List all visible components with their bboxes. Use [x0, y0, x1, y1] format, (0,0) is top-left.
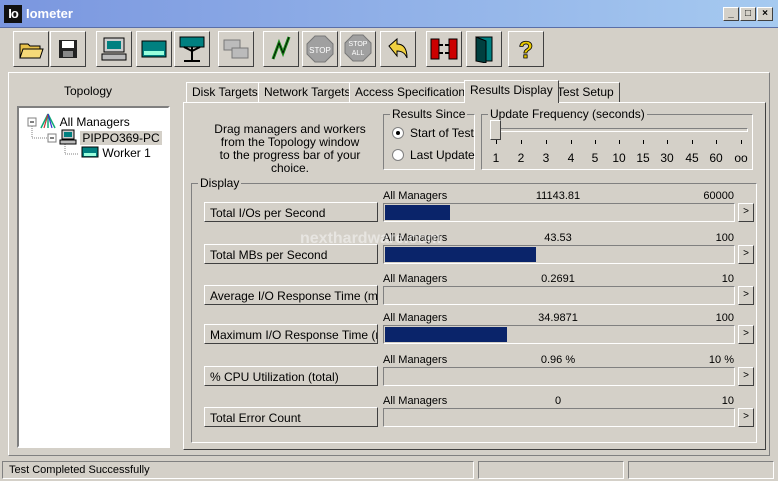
save-button[interactable] — [50, 31, 86, 67]
metric-more-button[interactable]: > — [738, 408, 754, 427]
window-title: Iometer — [26, 6, 73, 21]
tree-item-all-managers[interactable]: All Managers — [39, 113, 130, 129]
computer-icon — [59, 129, 77, 145]
stop-all-button[interactable]: STOP ALL — [340, 31, 376, 67]
tab-access-specifications[interactable]: Access Specifications — [349, 82, 478, 102]
new-manager-button[interactable] — [96, 31, 132, 67]
metric-select-button[interactable]: % CPU Utilization (total) — [204, 366, 378, 386]
reset-icon — [388, 37, 408, 59]
radio-last-update[interactable]: Last Update — [392, 148, 475, 162]
metric-select-button[interactable]: Maximum I/O Response Time (ms) — [204, 324, 378, 344]
radio-start-of-test[interactable]: Start of Test — [392, 126, 474, 140]
tree-item-worker[interactable]: Worker 1 — [81, 145, 151, 160]
metric-select-button[interactable]: Total MBs per Second — [204, 244, 378, 264]
radio-button-last-update[interactable] — [392, 149, 404, 161]
svg-text:STOP: STOP — [349, 41, 368, 48]
topology-tree[interactable]: All Managers PIPPO369-PC Worker 1 — [17, 106, 170, 448]
stop-button[interactable]: STOP — [302, 31, 338, 67]
status-text: Test Completed Successfully — [2, 461, 474, 479]
tree-label-worker: Worker 1 — [102, 146, 151, 160]
metric-more-button[interactable]: > — [738, 245, 754, 264]
metric-select-button[interactable]: Total I/Os per Second — [204, 202, 378, 222]
metric-more-button[interactable]: > — [738, 367, 754, 386]
status-pane-2 — [478, 461, 624, 479]
save-icon — [59, 40, 77, 58]
reset-button[interactable] — [380, 31, 416, 67]
tree-label-manager: PIPPO369-PC — [80, 131, 162, 145]
svg-text:STOP: STOP — [309, 46, 331, 55]
toolbar: STOP STOP ALL ? — [8, 31, 774, 71]
tab-disk-targets[interactable]: Disk Targets — [186, 82, 264, 102]
svg-text:?: ? — [519, 37, 534, 63]
help-button[interactable]: ? — [508, 31, 544, 67]
tab-test-setup[interactable]: Test Setup — [551, 82, 620, 102]
status-pane-3 — [628, 461, 774, 479]
disconnect-icon — [430, 38, 458, 60]
start-tests-icon — [271, 36, 291, 60]
radio-label-last-update: Last Update — [410, 148, 475, 162]
tab-network-targets[interactable]: Network Targets — [258, 82, 357, 102]
tab-results-display[interactable]: Results Display — [464, 80, 559, 103]
disk-worker-icon — [81, 146, 99, 158]
close-button[interactable]: × — [757, 7, 773, 21]
app-logo-icon: Io — [4, 5, 22, 23]
new-network-worker-icon — [179, 36, 205, 62]
stop-icon: STOP — [306, 35, 334, 63]
help-icon: ? — [518, 37, 534, 63]
status-bar: Test Completed Successfully — [0, 459, 778, 481]
exit-icon — [475, 36, 493, 63]
new-manager-icon — [101, 37, 127, 61]
duplicate-worker-icon — [223, 39, 249, 59]
topology-title: Topology — [63, 84, 113, 98]
svg-text:ALL: ALL — [352, 50, 365, 57]
new-disk-worker-icon — [141, 40, 167, 58]
update-frequency-slider-thumb[interactable] — [490, 120, 501, 140]
new-network-worker-button[interactable] — [174, 31, 210, 67]
start-tests-button[interactable] — [263, 31, 299, 67]
tree-item-manager[interactable]: PIPPO369-PC — [59, 129, 162, 145]
managers-icon — [40, 113, 56, 129]
new-disk-worker-button[interactable] — [136, 31, 172, 67]
maximize-button[interactable]: □ — [740, 7, 756, 21]
open-button[interactable] — [13, 31, 49, 67]
tree-label-all-managers: All Managers — [59, 115, 130, 129]
metric-more-button[interactable]: > — [738, 203, 754, 222]
radio-label-start-of-test: Start of Test — [410, 126, 474, 140]
metric-more-button[interactable]: > — [738, 325, 754, 344]
duplicate-worker-button[interactable] — [218, 31, 254, 67]
title-bar: Io Iometer _ □ × — [0, 0, 778, 28]
metric-more-button[interactable]: > — [738, 286, 754, 305]
metric-select-button[interactable]: Total Error Count — [204, 407, 378, 427]
minimize-button[interactable]: _ — [723, 7, 739, 21]
open-icon — [19, 43, 44, 59]
metric-select-button[interactable]: Average I/O Response Time (ms) — [204, 285, 378, 305]
stop-all-icon: STOP ALL — [344, 34, 372, 62]
exit-button[interactable] — [466, 31, 502, 67]
disconnect-button[interactable] — [426, 31, 462, 67]
radio-button-start-of-test[interactable] — [392, 127, 404, 139]
